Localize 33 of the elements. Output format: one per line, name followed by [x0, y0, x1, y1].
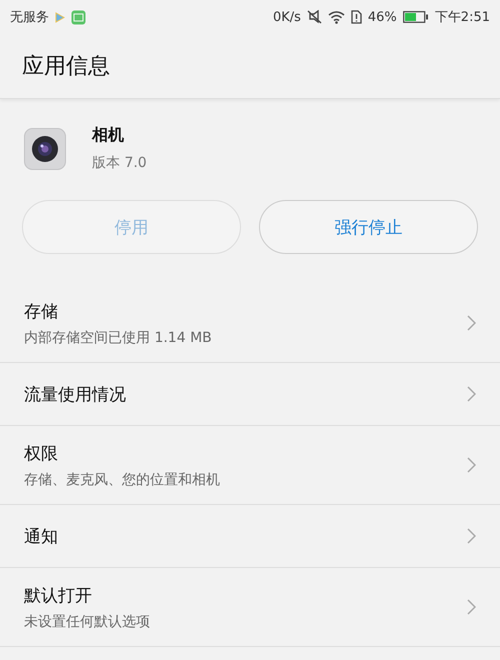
battery-percent: 46% — [368, 10, 397, 24]
row-subtitle: 未设置任何默认选项 — [24, 612, 150, 630]
settings-row[interactable]: 权限 存储、麦克风、您的位置和相机 — [0, 426, 500, 505]
chevron-right-icon — [467, 386, 476, 402]
message-icon — [71, 10, 86, 24]
battery-icon — [402, 11, 429, 23]
chevron-right-icon — [467, 315, 476, 331]
carrier-text: 无服务 — [10, 9, 49, 26]
row-title: 默认打开 — [24, 584, 93, 606]
settings-row[interactable]: 默认打开 未设置任何默认选项 — [0, 568, 500, 647]
settings-row[interactable]: 存储 内部存储空间已使用 1.14 MB — [0, 284, 500, 363]
row-title: 流量使用情况 — [24, 384, 126, 406]
row-title: 权限 — [24, 442, 59, 464]
row-title: 通知 — [24, 526, 58, 548]
sim-alert-icon — [350, 10, 362, 24]
chevron-right-icon — [467, 528, 476, 544]
network-speed: 0K/s — [272, 10, 301, 24]
page-title: 应用信息 — [22, 53, 110, 81]
camera-app-icon — [24, 128, 66, 170]
settings-row[interactable]: 通知 — [0, 505, 500, 568]
app-name: 相机 — [92, 125, 125, 146]
app-version: 版本 7.0 — [92, 154, 147, 172]
chevron-right-icon — [467, 457, 476, 473]
wifi-icon — [328, 10, 345, 24]
settings-row[interactable]: 流量使用情况 — [0, 363, 500, 426]
play-icon — [55, 12, 65, 22]
mute-icon — [306, 10, 322, 24]
chevron-right-icon — [467, 599, 476, 615]
row-subtitle: 存储、麦克风、您的位置和相机 — [24, 470, 220, 488]
row-subtitle: 内部存储空间已使用 1.14 MB — [24, 328, 212, 346]
row-title: 存储 — [24, 300, 59, 322]
force-stop-button[interactable]: 强行停止 — [259, 200, 478, 254]
clock: 下午2:51 — [434, 9, 490, 26]
